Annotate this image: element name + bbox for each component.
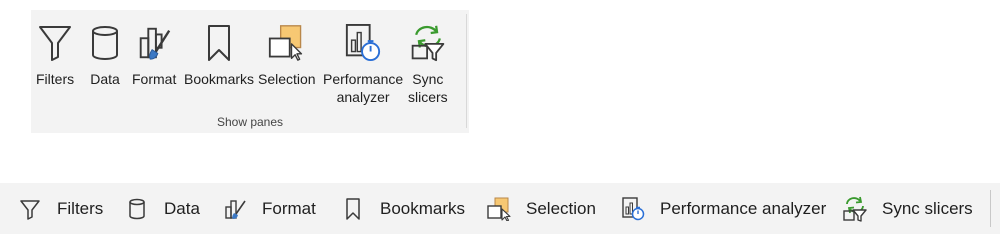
bar-performance-analyzer-button[interactable]: Performance analyzer [620, 183, 826, 234]
data-icon [124, 196, 150, 222]
data-icon [86, 22, 124, 64]
bar-bookmarks-button[interactable]: Bookmarks [340, 183, 465, 234]
sync-slicers-button[interactable]: Sync slicers [408, 22, 448, 106]
performance-analyzer-label-line2: analyzer [336, 89, 390, 105]
format-label: Format [132, 71, 177, 87]
bookmark-icon [340, 196, 366, 222]
sync-slicers-label: Sync slicers [408, 70, 448, 106]
bar-end-divider [990, 190, 991, 227]
selection-icon [268, 22, 306, 64]
bookmark-icon [200, 22, 238, 64]
performance-analyzer-label: Performance analyzer [323, 70, 403, 106]
filters-label: Filters [36, 71, 75, 87]
bar-performance-analyzer-label: Performance analyzer [660, 198, 827, 218]
group-separator [466, 14, 467, 128]
bookmarks-button[interactable]: Bookmarks [184, 22, 254, 88]
bookmarks-label: Bookmarks [184, 71, 255, 87]
bar-filters-button[interactable]: Filters [17, 183, 103, 234]
bar-sync-slicers-label: Sync slicers [882, 198, 973, 218]
selection-button[interactable]: Selection [258, 22, 316, 88]
selection-icon [486, 196, 512, 222]
simplified-ribbon-bar: Filters Data Format Bookmarks Selection … [0, 183, 1000, 234]
bar-selection-button[interactable]: Selection [486, 183, 596, 234]
filter-icon [36, 22, 74, 64]
format-brush-icon [222, 196, 248, 222]
sync-slicers-label-line2: slicers [408, 89, 448, 105]
format-brush-icon [135, 22, 173, 64]
selection-label: Selection [258, 71, 316, 87]
filter-icon [17, 196, 43, 222]
data-button[interactable]: Data [86, 22, 124, 88]
format-button[interactable]: Format [132, 22, 176, 88]
sync-slicers-label-line1: Sync [412, 71, 444, 87]
bar-selection-label: Selection [526, 198, 596, 218]
bar-data-label: Data [164, 198, 200, 218]
bar-filters-label: Filters [57, 198, 104, 218]
performance-analyzer-icon [620, 196, 646, 222]
bar-format-button[interactable]: Format [222, 183, 316, 234]
bar-data-button[interactable]: Data [124, 183, 200, 234]
sync-slicers-icon [842, 196, 868, 222]
data-label: Data [90, 71, 120, 87]
show-panes-group: Filters Data Format Bookmarks Selection … [31, 10, 469, 133]
bar-format-label: Format [262, 198, 316, 218]
performance-analyzer-label-line1: Performance [323, 71, 404, 87]
sync-slicers-icon [409, 22, 447, 64]
bar-sync-slicers-button[interactable]: Sync slicers [842, 183, 973, 234]
performance-analyzer-button[interactable]: Performance analyzer [323, 22, 403, 106]
filters-button[interactable]: Filters [36, 22, 74, 88]
bar-bookmarks-label: Bookmarks [380, 198, 466, 218]
group-label: Show panes [216, 115, 284, 129]
performance-analyzer-icon [344, 22, 382, 64]
